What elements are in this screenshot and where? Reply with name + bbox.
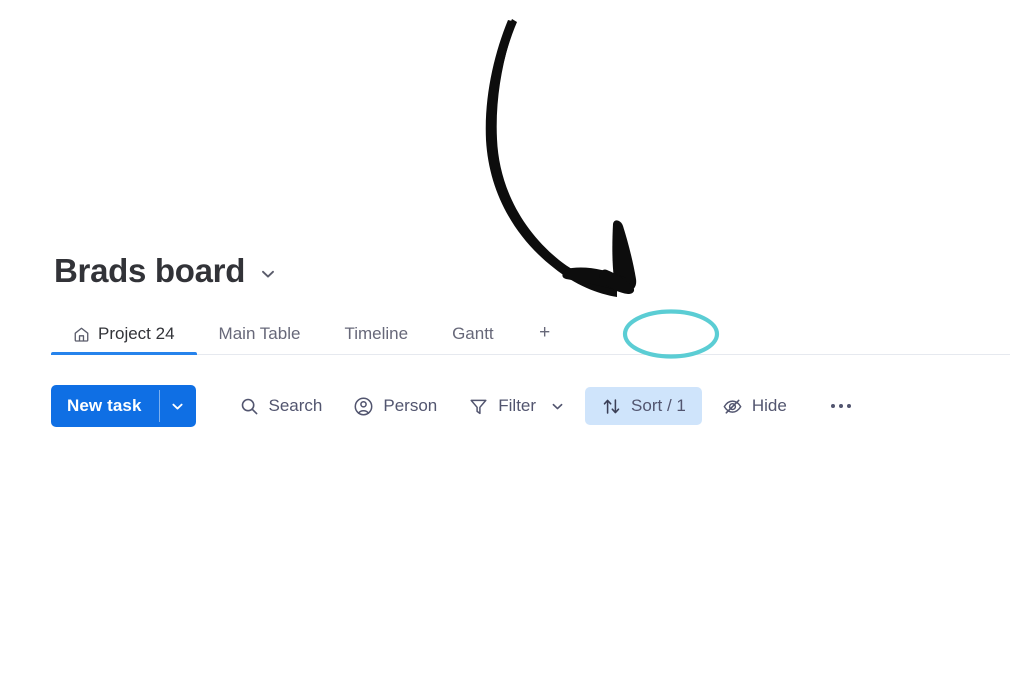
filter-label: Filter — [498, 396, 537, 415]
add-view-tab-button[interactable]: + — [516, 322, 574, 355]
board-tabs-bar: Project 24 Main Table Timeline Gantt + — [0, 310, 1024, 355]
curved-arrow-annotation — [485, 19, 637, 297]
board-page: Brads board Project 24 Main Table Timeli… — [0, 0, 1024, 683]
person-circle-icon — [353, 396, 374, 417]
search-icon — [239, 396, 260, 417]
page-title: Brads board — [54, 252, 246, 289]
sort-label: Sort / 1 — [631, 396, 686, 415]
person-label: Person — [383, 396, 438, 415]
sort-button[interactable]: Sort / 1 — [585, 387, 702, 425]
search-button[interactable]: Search — [228, 387, 334, 425]
tab-label: Project 24 — [98, 324, 175, 343]
chevron-down-icon[interactable] — [160, 385, 196, 427]
ellipsis-icon — [846, 404, 851, 408]
hide-button[interactable]: Hide — [711, 387, 798, 425]
tab-project-24[interactable]: Project 24 — [51, 324, 197, 355]
tab-gantt[interactable]: Gantt — [430, 324, 516, 355]
tab-label: Main Table — [218, 324, 301, 343]
hide-label: Hide — [751, 396, 787, 415]
board-tabs: Project 24 Main Table Timeline Gantt + — [51, 310, 574, 355]
filter-button[interactable]: Filter — [457, 387, 576, 425]
chevron-down-icon[interactable] — [259, 265, 277, 283]
plus-icon: + — [539, 322, 551, 343]
ellipsis-icon — [830, 404, 835, 408]
new-task-button[interactable]: New task — [51, 385, 196, 427]
new-task-label: New task — [67, 396, 142, 415]
tab-main-table[interactable]: Main Table — [197, 324, 323, 355]
chevron-down-icon[interactable] — [550, 399, 565, 414]
tab-label: Gantt — [452, 324, 494, 343]
more-options-button[interactable] — [821, 387, 861, 425]
eye-off-icon — [722, 396, 743, 417]
ellipsis-icon — [838, 404, 843, 408]
tab-timeline[interactable]: Timeline — [322, 324, 430, 355]
sort-arrows-icon — [601, 396, 622, 417]
board-toolbar: New task Search Person Filter Sort / 1 H… — [51, 385, 861, 427]
person-filter-button[interactable]: Person — [342, 387, 448, 425]
search-label: Search — [268, 396, 323, 415]
board-title-row[interactable]: Brads board — [54, 254, 277, 287]
tab-label: Timeline — [344, 324, 409, 343]
home-icon — [73, 326, 90, 343]
funnel-icon — [468, 396, 489, 417]
